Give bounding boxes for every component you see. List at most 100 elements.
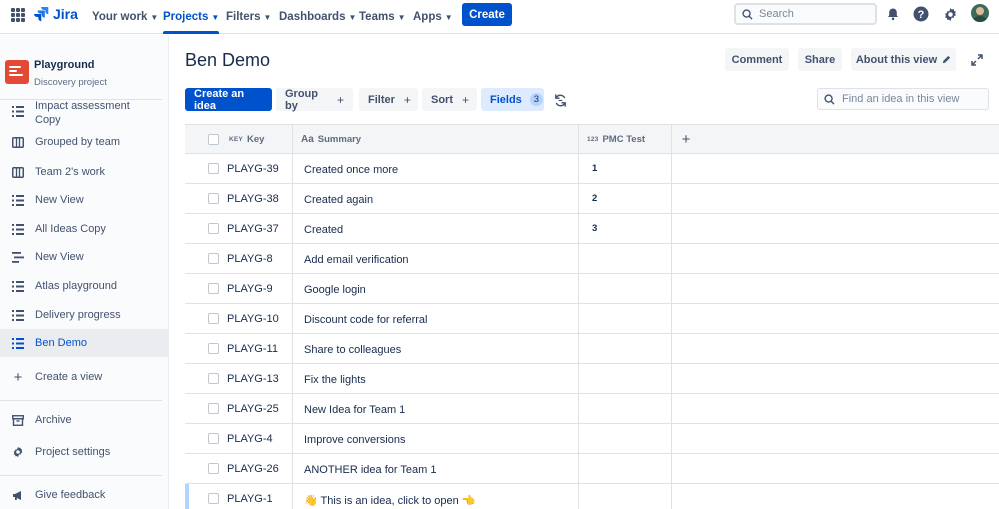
create-button[interactable]: Create <box>462 3 512 26</box>
row-checkbox[interactable] <box>208 283 219 294</box>
settings-icon <box>12 446 24 458</box>
page-title: Ben Demo <box>185 50 271 70</box>
find-idea-placeholder: Find an idea in this view <box>842 93 960 105</box>
filter-label: Filter <box>368 93 395 106</box>
idea-key[interactable]: PLAYG-25 <box>227 403 279 415</box>
help-icon[interactable]: ? <box>912 5 930 23</box>
idea-summary[interactable]: Created again <box>304 194 373 206</box>
idea-summary[interactable]: Add email verification <box>304 254 409 266</box>
select-all-checkbox[interactable] <box>208 134 219 145</box>
idea-key[interactable]: PLAYG-37 <box>227 223 279 235</box>
row-checkbox[interactable] <box>208 223 219 234</box>
idea-summary[interactable]: ANOTHER idea for Team 1 <box>304 464 436 476</box>
table-row[interactable]: PLAYG-10 Discount code for referral <box>185 304 999 334</box>
idea-summary[interactable]: Google login <box>304 284 366 296</box>
user-avatar[interactable] <box>971 4 989 22</box>
fields-button[interactable]: Fields 3 <box>481 88 544 111</box>
sidebar-view-delivery-progress[interactable]: Delivery progress <box>0 305 168 325</box>
project-settings-link[interactable]: Project settings <box>0 442 168 462</box>
find-idea-input[interactable]: Find an idea in this view <box>817 88 989 110</box>
idea-key[interactable]: PLAYG-10 <box>227 313 279 325</box>
sidebar-view-all-ideas-copy[interactable]: All Ideas Copy <box>0 219 168 239</box>
fullscreen-icon[interactable] <box>968 51 986 69</box>
row-checkbox[interactable] <box>208 343 219 354</box>
idea-key[interactable]: PLAYG-1 <box>227 493 273 505</box>
table-row[interactable]: PLAYG-1 👋 This is an idea, click to open … <box>185 484 999 509</box>
nav-your-work[interactable]: Your work ▼ <box>92 0 158 34</box>
filter-button[interactable]: Filter + <box>359 88 418 111</box>
idea-key[interactable]: PLAYG-8 <box>227 253 273 265</box>
row-checkbox[interactable] <box>208 463 219 474</box>
create-view-button[interactable]: + Create a view <box>0 367 168 387</box>
idea-key[interactable]: PLAYG-9 <box>227 283 273 295</box>
idea-key[interactable]: PLAYG-11 <box>227 343 278 355</box>
idea-summary[interactable]: Fix the lights <box>304 374 366 386</box>
sidebar-view-label: Impact assessment <box>35 100 130 112</box>
about-view-button[interactable]: About this view <box>851 48 956 71</box>
row-checkbox[interactable] <box>208 433 219 444</box>
nav-teams[interactable]: Teams ▼ <box>359 0 406 34</box>
sidebar-view-impact-assessment-copy[interactable]: Impact assessment Copy <box>0 99 168 129</box>
row-checkbox[interactable] <box>208 373 219 384</box>
idea-summary[interactable]: 👋 This is an idea, click to open 👈 <box>304 494 476 507</box>
column-header-key[interactable]: KEY Key <box>229 134 264 145</box>
group-by-button[interactable]: Group by + <box>276 88 353 112</box>
idea-summary[interactable]: Share to colleagues <box>304 344 401 356</box>
sidebar-view-ben-demo[interactable]: Ben Demo <box>0 329 168 357</box>
refresh-icon[interactable] <box>550 90 570 110</box>
sidebar-view-atlas-playground[interactable]: Atlas playground <box>0 276 168 296</box>
column-header-summary[interactable]: Aa Summary <box>301 134 361 145</box>
idea-key[interactable]: PLAYG-39 <box>227 163 279 175</box>
table-row[interactable]: PLAYG-9 Google login <box>185 274 999 304</box>
idea-summary[interactable]: Created once more <box>304 164 398 176</box>
app-switcher-icon[interactable] <box>11 8 25 22</box>
idea-summary[interactable]: Discount code for referral <box>304 314 428 326</box>
idea-summary[interactable]: Created <box>304 224 343 236</box>
idea-key[interactable]: PLAYG-26 <box>227 463 279 475</box>
nav-projects[interactable]: Projects ▼ <box>163 0 220 34</box>
sidebar-view-new-view-timeline[interactable]: New View <box>0 247 168 267</box>
archive-label: Archive <box>35 414 72 426</box>
add-column-icon[interactable]: + <box>678 131 694 148</box>
idea-key[interactable]: PLAYG-38 <box>227 193 279 205</box>
table-row[interactable]: PLAYG-25 New Idea for Team 1 <box>185 394 999 424</box>
sidebar-view-grouped-by-team[interactable]: Grouped by team <box>0 132 168 152</box>
plus-icon: + <box>462 92 470 107</box>
jira-logo[interactable]: Jira <box>33 6 78 22</box>
create-idea-button[interactable]: Create an idea <box>185 88 272 112</box>
give-feedback-link[interactable]: Give feedback <box>0 485 168 505</box>
table-row[interactable]: PLAYG-11 Share to colleagues <box>185 334 999 364</box>
idea-key[interactable]: PLAYG-13 <box>227 373 279 385</box>
sort-button[interactable]: Sort + <box>422 88 477 111</box>
sidebar-view-team-2s-work[interactable]: Team 2's work <box>0 162 168 182</box>
nav-label: Projects <box>163 11 209 23</box>
sidebar-view-new-view[interactable]: New View <box>0 190 168 210</box>
table-row[interactable]: PLAYG-37 Created 3 <box>185 214 999 244</box>
notifications-icon[interactable] <box>884 5 902 23</box>
table-row[interactable]: PLAYG-13 Fix the lights <box>185 364 999 394</box>
global-search-input[interactable]: Search <box>734 3 877 25</box>
table-row[interactable]: PLAYG-4 Improve conversions <box>185 424 999 454</box>
column-header-pmc-test[interactable]: 123 PMC Test <box>587 134 645 145</box>
comment-button[interactable]: Comment <box>725 48 789 71</box>
nav-apps[interactable]: Apps ▼ <box>413 0 453 34</box>
idea-key[interactable]: PLAYG-4 <box>227 433 273 445</box>
table-row[interactable]: PLAYG-39 Created once more 1 <box>185 154 999 184</box>
row-checkbox[interactable] <box>208 313 219 324</box>
row-checkbox[interactable] <box>208 403 219 414</box>
row-checkbox[interactable] <box>208 253 219 264</box>
settings-icon[interactable] <box>941 5 959 23</box>
nav-dashboards[interactable]: Dashboards ▼ <box>279 0 356 34</box>
idea-summary[interactable]: Improve conversions <box>304 434 406 446</box>
row-checkbox[interactable] <box>208 493 219 504</box>
row-checkbox[interactable] <box>208 193 219 204</box>
table-row[interactable]: PLAYG-26 ANOTHER idea for Team 1 <box>185 454 999 484</box>
idea-summary[interactable]: New Idea for Team 1 <box>304 404 405 416</box>
nav-filters[interactable]: Filters ▼ <box>226 0 271 34</box>
share-button[interactable]: Share <box>798 48 842 71</box>
table-row[interactable]: PLAYG-8 Add email verification <box>185 244 999 274</box>
row-checkbox[interactable] <box>208 163 219 174</box>
table-row[interactable]: PLAYG-38 Created again 2 <box>185 184 999 214</box>
project-header[interactable] <box>5 59 29 84</box>
archive-link[interactable]: Archive <box>0 410 168 430</box>
